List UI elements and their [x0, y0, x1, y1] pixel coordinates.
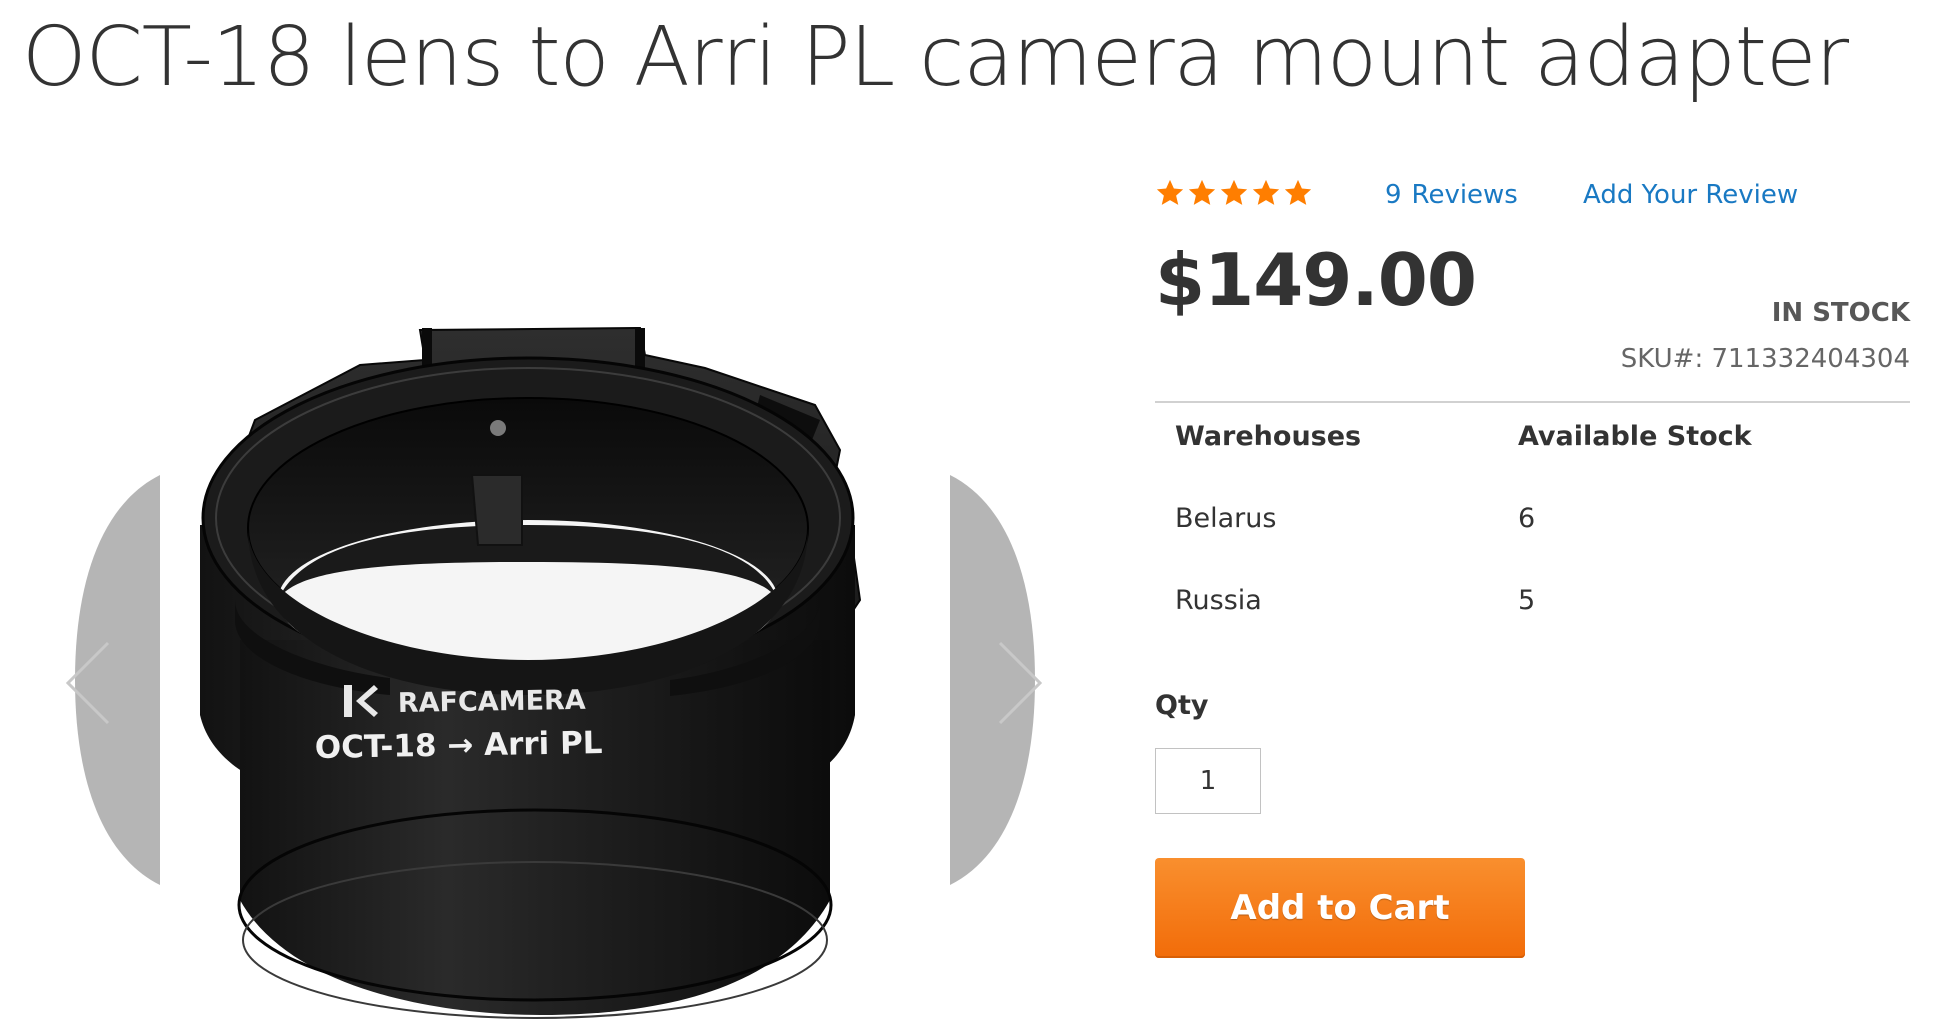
reviews-link[interactable]: 9 Reviews — [1385, 180, 1518, 210]
product-page: OCT-18 lens to Arri PL camera mount adap… — [0, 0, 1946, 1035]
reviews-label: Reviews — [1411, 180, 1518, 210]
model-engraving: OCT-18 → Arri PL — [315, 725, 603, 766]
brand-engraving: RAFCAMERA — [398, 685, 586, 719]
stock-status: In stock — [1771, 298, 1910, 328]
star-icon — [1284, 179, 1312, 205]
column-header: Available Stock — [1518, 420, 1752, 452]
star-icon — [1252, 179, 1280, 205]
available-stock: 6 — [1518, 502, 1536, 534]
add-to-cart-button[interactable]: Add to Cart — [1155, 858, 1525, 958]
sku-value: 711332404304 — [1711, 344, 1910, 374]
page-title: OCT-18 lens to Arri PL camera mount adap… — [22, 10, 1849, 105]
warehouse-name: Russia — [1175, 584, 1262, 616]
product-image[interactable]: RAFCAMERA OCT-18 → Arri PL — [60, 300, 1050, 1035]
product-sku: SKU#: 711332404304 — [1621, 344, 1910, 374]
column-header: Warehouses — [1175, 420, 1362, 452]
add-review-link[interactable]: Add Your Review — [1583, 180, 1798, 210]
price-box: $149.00 In stock SKU#: 711332404304 — [1155, 220, 1910, 416]
qty-label: Qty — [1155, 690, 1209, 721]
rating-stars — [1155, 178, 1313, 208]
sku-label: SKU#: — [1620, 344, 1704, 374]
available-stock: 5 — [1518, 584, 1536, 616]
table-row: Russia 5 — [1155, 559, 1910, 641]
warehouse-name: Belarus — [1175, 502, 1277, 534]
reviews-count: 9 — [1385, 180, 1402, 210]
gallery-prev-button[interactable] — [60, 475, 160, 885]
gallery-next-button[interactable] — [950, 475, 1050, 885]
table-row: Belarus 6 — [1155, 477, 1910, 559]
star-icon — [1188, 179, 1216, 205]
star-icon — [1220, 179, 1248, 205]
qty-input[interactable] — [1155, 748, 1261, 814]
product-info: 9 Reviews Add Your Review $149.00 In stoc… — [1155, 170, 1910, 958]
rating-summary: 9 Reviews Add Your Review — [1155, 170, 1910, 220]
star-icon — [1156, 179, 1184, 205]
table-header-row: Warehouses Available Stock — [1155, 395, 1910, 477]
warehouse-stock-table: Warehouses Available Stock Belarus 6 Rus… — [1155, 395, 1910, 641]
product-price: $149.00 — [1155, 238, 1477, 322]
product-gallery: RAFCAMERA OCT-18 → Arri PL — [60, 300, 1050, 1035]
